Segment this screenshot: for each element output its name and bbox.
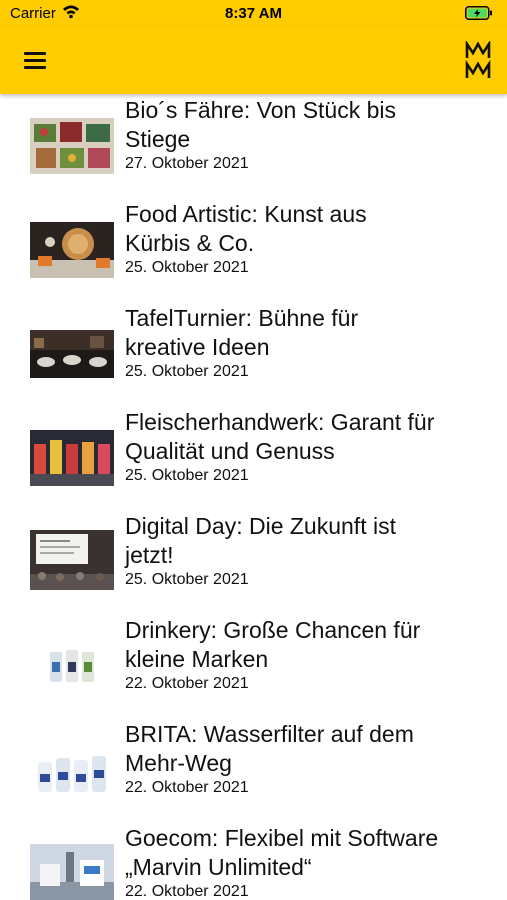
article-item[interactable]: Fleischerhandwerk: Garant für Qualität u… [0, 406, 507, 510]
article-thumbnail [30, 222, 114, 278]
article-title-line: Mehr-Weg [125, 750, 232, 776]
article-thumbnail [30, 638, 114, 694]
status-time: 8:37 AM [225, 5, 282, 22]
article-title-line: Stiege [125, 126, 191, 152]
article-item[interactable]: Food Artistic: Kunst aus Kürbis & Co. 25… [0, 198, 507, 302]
article-title-line: jetzt! [125, 542, 174, 568]
hamburger-icon-line [24, 66, 46, 69]
battery-charging-icon [465, 6, 493, 25]
hamburger-icon-line [24, 52, 46, 55]
article-title-line: Qualität und Genuss [125, 438, 335, 464]
nav-bar [0, 26, 507, 94]
article-thumbnail [30, 844, 114, 900]
article-thumbnail [30, 118, 114, 174]
article-item[interactable]: TafelTurnier: Bühne für kreative Ideen 2… [0, 302, 507, 406]
article-date: 25. Oktober 2021 [125, 571, 249, 588]
article-date: 25. Oktober 2021 [125, 363, 249, 380]
status-bar: Carrier 8:37 AM [0, 0, 507, 26]
article-thumbnail [30, 330, 114, 378]
article-title-line: BRITA: Wasserfilter auf dem [125, 721, 414, 747]
article-title-line: Drinkery: Große Chancen für [125, 617, 421, 643]
menu-button[interactable] [22, 46, 52, 74]
article-date: 22. Oktober 2021 [125, 779, 249, 796]
article-thumbnail [30, 530, 114, 590]
article-thumbnail [30, 430, 114, 486]
article-title-line: TafelTurnier: Bühne für [125, 305, 359, 331]
article-date: 25. Oktober 2021 [125, 467, 249, 484]
article-title-line: kreative Ideen [125, 334, 270, 360]
article-title-line: Kürbis & Co. [125, 230, 255, 256]
article-thumbnail [30, 740, 114, 800]
article-title-line: Digital Day: Die Zukunft ist [125, 513, 396, 539]
article-title-line: Bio´s Fähre: Von Stück bis [125, 97, 397, 123]
article-title-line: Fleischerhandwerk: Garant für [125, 409, 435, 435]
mm-logo-icon[interactable] [465, 39, 491, 86]
article-title-line: „Marvin Unlimited“ [125, 854, 312, 880]
article-item[interactable]: Digital Day: Die Zukunft ist jetzt! 25. … [0, 510, 507, 614]
article-date: 22. Oktober 2021 [125, 883, 249, 900]
article-date: 25. Oktober 2021 [125, 259, 249, 276]
article-item[interactable]: Drinkery: Große Chancen für kleine Marke… [0, 614, 507, 718]
article-date: 27. Oktober 2021 [125, 155, 249, 172]
article-title-line: Goecom: Flexibel mit Software [125, 825, 439, 851]
article-title-line: Food Artistic: Kunst aus [125, 201, 367, 227]
article-title-line: kleine Marken [125, 646, 269, 672]
article-item[interactable]: BRITA: Wasserfilter auf dem Mehr-Weg 22.… [0, 718, 507, 822]
article-list[interactable]: Bio´s Fähre: Von Stück bis Stiege 27. Ok… [0, 94, 507, 900]
article-date: 22. Oktober 2021 [125, 675, 249, 692]
article-item[interactable]: Bio´s Fähre: Von Stück bis Stiege 27. Ok… [0, 94, 507, 198]
article-item[interactable]: Goecom: Flexibel mit Software „Marvin Un… [0, 822, 507, 900]
hamburger-icon-line [24, 59, 46, 62]
